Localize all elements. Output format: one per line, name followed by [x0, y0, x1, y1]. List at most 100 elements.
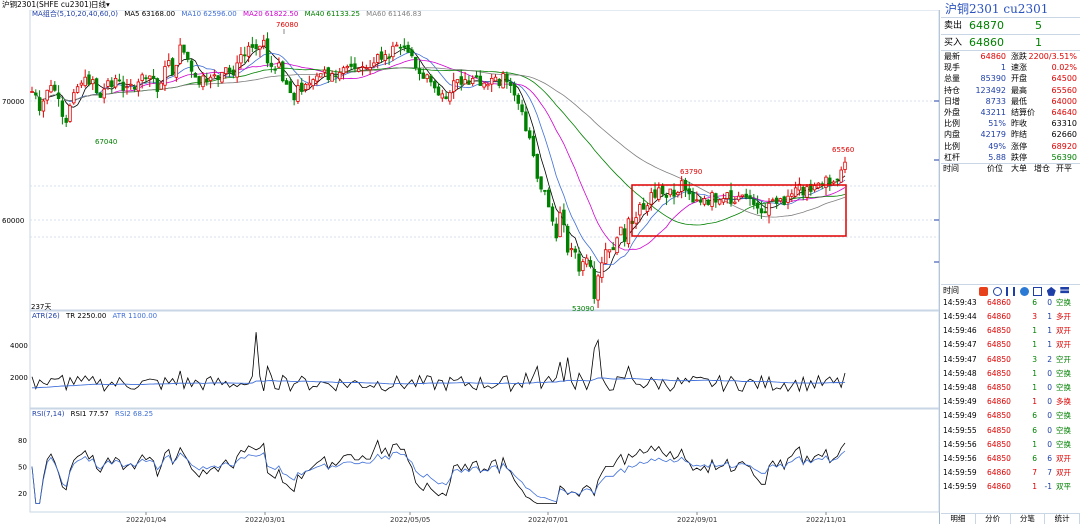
stat-label: 昨结: [1011, 130, 1027, 140]
candle-body: [364, 67, 369, 70]
candle-body: [53, 84, 57, 91]
period-select[interactable]: 日线▾: [91, 0, 110, 10]
date-axis-label: 2022/09/01: [677, 516, 717, 524]
sogou-icon[interactable]: [979, 286, 988, 296]
quote-stat-row: 现手 1 速涨 0.02%: [941, 62, 1080, 73]
stat-value: 85390: [980, 74, 1006, 84]
tab-tick[interactable]: 分笔: [1011, 514, 1046, 524]
tab-detail[interactable]: 明细: [941, 514, 976, 524]
candle-body: [205, 78, 209, 83]
tick-row[interactable]: 14:59:48 64850 1 0 空换: [941, 367, 1080, 381]
candle-body: [539, 176, 543, 190]
candle-body: [83, 76, 87, 87]
candle-body: [619, 226, 623, 236]
tab-price-distribution[interactable]: 分价: [976, 514, 1011, 524]
keyboard-icon[interactable]: [1033, 286, 1043, 296]
emoji-icon[interactable]: [1019, 286, 1029, 296]
candle-body: [664, 194, 669, 198]
candle-body: [68, 105, 72, 122]
candle-body: [132, 86, 137, 90]
candle-body: [786, 195, 790, 203]
candle-body: [360, 66, 365, 68]
title-bar: 沪铜2301(SHFE cu2301) 日线▾: [0, 0, 940, 10]
stat-value: 65560: [1051, 85, 1077, 95]
candle-body: [315, 75, 319, 82]
candle-body: [778, 198, 783, 202]
candle-body: [550, 206, 555, 222]
candle-body: [345, 66, 350, 69]
menu-icon[interactable]: [1060, 286, 1070, 294]
lang-icon[interactable]: [992, 286, 1002, 296]
tick-volume: 1: [1032, 397, 1037, 407]
candle-body: [117, 79, 122, 82]
tick-row[interactable]: 14:59:56 64850 6 6 双开: [941, 452, 1080, 466]
tick-row[interactable]: 14:59:55 64850 6 0 空换: [941, 424, 1080, 438]
tick-time: 14:59:47: [943, 354, 977, 364]
tab-stats[interactable]: 统计: [1045, 514, 1080, 524]
stat-label: 结算价: [1011, 107, 1035, 117]
candle-body: [303, 83, 308, 90]
candle-body: [676, 192, 680, 196]
tick-row[interactable]: 14:59:43 64860 6 0 空换: [941, 296, 1080, 310]
tick-volume: 1: [1032, 340, 1037, 350]
candle-body: [136, 81, 141, 92]
candle-body: [744, 193, 748, 198]
skin-icon[interactable]: [1046, 286, 1056, 296]
annotation-low-53090: 53090: [572, 305, 594, 313]
date-axis-label: 2022/07/01: [528, 516, 568, 524]
bid-row[interactable]: 买入 64860 1: [941, 34, 1080, 50]
tick-row[interactable]: 14:59:59 64860 1 -1 双平: [941, 480, 1080, 494]
tick-row[interactable]: 14:59:49 64860 1 0 多换: [941, 395, 1080, 409]
candle-body: [763, 211, 767, 214]
tick-volume: 1: [1032, 383, 1037, 392]
tick-type: 双开: [1056, 326, 1071, 336]
candle-body: [482, 82, 486, 88]
date-axis-label: 2022/05/05: [390, 516, 430, 524]
candle-body: [626, 218, 631, 245]
tick-oi-change: -1: [1044, 482, 1052, 492]
chart-canvas[interactable]: 70000 60000 76080 67040 63790 53090 65560 237天 4…: [0, 0, 940, 524]
tick-row[interactable]: 14:59:44 64860 3 1 多开: [941, 310, 1080, 324]
tick-row[interactable]: 14:59:49 64850 6 0 空换: [941, 409, 1080, 423]
tick-row[interactable]: 14:59:47 64850 3 2 空开: [941, 353, 1080, 367]
rsi-axis-label: 20: [18, 490, 27, 498]
candle-body: [269, 62, 274, 67]
chart-area[interactable]: 70000 60000 76080 67040 63790 53090 65560 237天 4…: [0, 0, 940, 524]
stat-label: 内盘: [944, 130, 960, 140]
tick-oi-change: 0: [1047, 439, 1052, 449]
tick-oi-change: 2: [1047, 354, 1052, 364]
candle-body: [281, 61, 285, 82]
tick-row[interactable]: 14:59:46 64850 1 1 双开: [941, 324, 1080, 338]
candle-body: [691, 192, 695, 203]
ma5-value: MA5 63168.00: [124, 10, 176, 18]
quote-title: 沪铜2301 cu2301: [941, 0, 1080, 18]
candle-body: [406, 44, 410, 53]
quote-stats: 最新 64860 涨跌 2200/3.51% 现手 1 速涨 0.02% 总量 85390 开盘 64…: [941, 50, 1080, 163]
candle-body: [334, 75, 338, 78]
tick-row[interactable]: 14:59:56 64850 1 0 空换: [941, 438, 1080, 452]
date-axis-label: 2022/01/04: [126, 516, 167, 524]
candle-body: [372, 62, 376, 67]
tick-row[interactable]: 14:59:59 64860 7 7 双开: [941, 466, 1080, 480]
tick-type: 多换: [1056, 397, 1071, 407]
candle-body: [414, 56, 418, 69]
candle-body: [258, 45, 262, 50]
atr-value: ATR 1100.00: [112, 312, 158, 320]
tick-row[interactable]: 14:59:48 64850 1 0 空换: [941, 381, 1080, 395]
candle-body: [125, 86, 129, 89]
ask-row[interactable]: 卖出 64870 5: [941, 18, 1080, 34]
tick-row[interactable]: 14:59:47 64850 1 1 双开: [941, 338, 1080, 352]
tick-type: 多开: [1056, 312, 1071, 322]
sell-price: 64870: [969, 19, 1004, 32]
candle-body: [254, 44, 258, 50]
tick-type: 空换: [1056, 383, 1071, 392]
ma10-value: MA10 62596.00: [181, 10, 237, 18]
punct-icon[interactable]: [1006, 286, 1016, 296]
candle-body: [698, 199, 703, 203]
stat-value: 56390: [1051, 152, 1077, 162]
candle-body: [391, 45, 395, 58]
candle-body: [653, 189, 657, 198]
ma-legend-label: MA组合(5,10,20,40,60,0): [32, 10, 118, 18]
candle-body: [288, 81, 293, 94]
stat-label: 最新: [944, 52, 960, 61]
